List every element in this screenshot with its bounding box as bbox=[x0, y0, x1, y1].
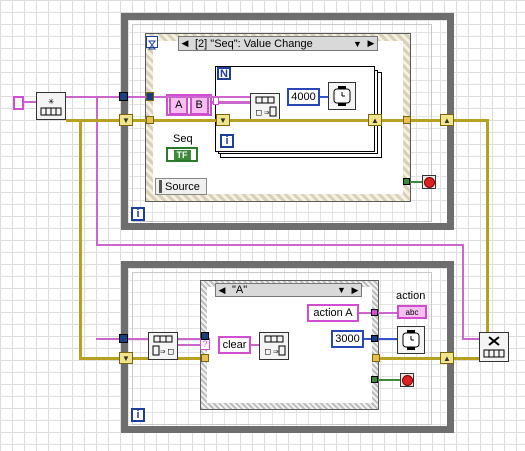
shift-register-forloop-left: ▼ bbox=[216, 114, 230, 126]
svg-text:⇒: ⇒ bbox=[160, 347, 166, 357]
enqueue-icon-lower: □ ⇒ bbox=[264, 335, 286, 357]
while-iteration-terminal-lower: i bbox=[131, 408, 145, 422]
string-element-a[interactable]: A bbox=[169, 95, 189, 115]
stop-icon-lower bbox=[401, 374, 413, 386]
queue-ref-wire-left bbox=[24, 101, 36, 103]
for-loop-iteration-terminal: i bbox=[220, 134, 234, 148]
queue-wire-to-release bbox=[462, 338, 480, 340]
boolean-tunnel-lower bbox=[371, 376, 378, 383]
shift-register-lower-right: ▲ bbox=[440, 352, 454, 364]
dropdown-arrow[interactable]: ▼ bbox=[353, 39, 365, 49]
next-case-arrow-lower[interactable]: ▶ bbox=[349, 285, 361, 296]
queue-ref-wire-release bbox=[462, 244, 464, 340]
error-wire-upper-exit bbox=[454, 119, 489, 122]
enqueue-icon: □ ⇒ bbox=[255, 96, 277, 118]
release-queue-node[interactable] bbox=[479, 332, 509, 362]
wait-wire-lower bbox=[364, 338, 397, 340]
abc-icon: abc bbox=[405, 307, 419, 317]
string-element-b[interactable]: B bbox=[189, 95, 209, 115]
autoindex-tunnel bbox=[213, 97, 219, 105]
queue-ref-wire-lower bbox=[96, 244, 464, 246]
wait-ms-node-upper[interactable] bbox=[328, 82, 356, 110]
wait-wire-upper bbox=[320, 96, 328, 98]
clear-wire bbox=[251, 344, 259, 346]
case-error-tunnel-left bbox=[201, 354, 209, 362]
shift-register-lower-left: ▼ bbox=[119, 352, 133, 364]
svg-text:□: □ bbox=[168, 347, 174, 357]
shift-register-forloop-right: ▲ bbox=[368, 114, 382, 126]
error-wire-lower-exit bbox=[454, 357, 480, 360]
action-string-constant[interactable]: action A bbox=[307, 304, 359, 322]
seq-boolean-terminal[interactable]: TF bbox=[166, 147, 198, 162]
queue-wire-lower-inside bbox=[128, 338, 148, 340]
error-wire-down bbox=[79, 119, 82, 360]
source-label: Source bbox=[165, 180, 200, 193]
enqueue-node-upper[interactable]: □ ⇒ bbox=[250, 93, 280, 121]
event-error-tunnel-right bbox=[403, 116, 411, 124]
stop-terminal-upper[interactable] bbox=[422, 175, 436, 189]
error-wire-lower-enter bbox=[79, 357, 121, 360]
action-tunnel bbox=[371, 309, 378, 316]
loop-condition-wire-lower bbox=[378, 379, 400, 381]
watch-icon-lower bbox=[402, 330, 420, 350]
dequeue-icon: ⇒ □ bbox=[152, 335, 174, 357]
enqueue-node-lower[interactable]: □ ⇒ bbox=[259, 332, 289, 360]
svg-text:□: □ bbox=[256, 108, 262, 118]
obtain-queue-icon: ✳ bbox=[40, 96, 62, 116]
watch-icon bbox=[333, 86, 351, 106]
shift-register-upper-right: ▲ bbox=[440, 114, 454, 126]
wait-tunnel-lower bbox=[371, 335, 378, 342]
dropdown-arrow-lower[interactable]: ▼ bbox=[337, 285, 349, 295]
svg-text:⇒: ⇒ bbox=[273, 347, 279, 357]
case-queue-tunnel bbox=[201, 332, 209, 340]
stop-icon bbox=[423, 176, 435, 188]
event-case-selector[interactable]: ◀ [2] "Seq": Value Change ▼ ▶ bbox=[178, 36, 378, 51]
prev-case-arrow-lower[interactable]: ◀ bbox=[216, 285, 228, 296]
queue-size-control[interactable] bbox=[13, 96, 24, 110]
seq-label: Seq bbox=[173, 133, 193, 145]
stop-terminal-lower[interactable] bbox=[400, 373, 414, 387]
svg-text:□: □ bbox=[265, 347, 271, 357]
release-queue-icon bbox=[483, 336, 505, 358]
shift-register-upper-left: ▼ bbox=[119, 114, 133, 126]
while-iteration-terminal-upper: i bbox=[131, 207, 145, 221]
prev-case-arrow[interactable]: ◀ bbox=[179, 38, 191, 49]
error-wire-main bbox=[66, 119, 121, 122]
case-selector[interactable]: ◀ "A" ▼ ▶ bbox=[215, 283, 362, 297]
queue-ref-wire-main bbox=[66, 96, 121, 98]
boolean-tunnel-upper bbox=[403, 178, 410, 185]
svg-text:⇒: ⇒ bbox=[264, 108, 270, 118]
event-error-tunnel-left bbox=[146, 116, 154, 124]
error-wire-right-down bbox=[486, 119, 489, 360]
queue-ref-wire-lower-enter bbox=[96, 338, 121, 340]
case-error-tunnel-right bbox=[372, 354, 380, 362]
action-indicator-label: action bbox=[396, 290, 426, 302]
action-string-indicator: abc bbox=[397, 305, 427, 319]
event-tunnel-left bbox=[146, 92, 154, 101]
svg-text:✳: ✳ bbox=[48, 96, 54, 107]
next-case-arrow[interactable]: ▶ bbox=[365, 38, 377, 49]
wait-ms-constant-upper[interactable]: 4000 bbox=[287, 88, 320, 106]
obtain-queue-node[interactable]: ✳ bbox=[36, 92, 66, 120]
for-loop-count-terminal[interactable]: N bbox=[217, 67, 231, 80]
queue-tunnel-lower-left bbox=[119, 334, 128, 343]
clear-string-constant[interactable]: clear bbox=[218, 336, 251, 354]
wait-ms-constant-lower[interactable]: 3000 bbox=[331, 330, 364, 348]
action-wire bbox=[359, 312, 397, 314]
event-data-node-source[interactable]: Source bbox=[155, 178, 207, 195]
hourglass-icon bbox=[146, 36, 158, 50]
seq-boolean-text: TF bbox=[173, 149, 191, 160]
wait-ms-node-lower[interactable] bbox=[397, 326, 425, 354]
event-case-label: [2] "Seq": Value Change bbox=[195, 37, 313, 50]
error-wire-upper-inside bbox=[128, 119, 448, 122]
dequeue-node[interactable]: ⇒ □ bbox=[148, 332, 178, 360]
case-label: "A" bbox=[232, 284, 248, 296]
queue-tunnel-upper-left bbox=[119, 92, 128, 101]
